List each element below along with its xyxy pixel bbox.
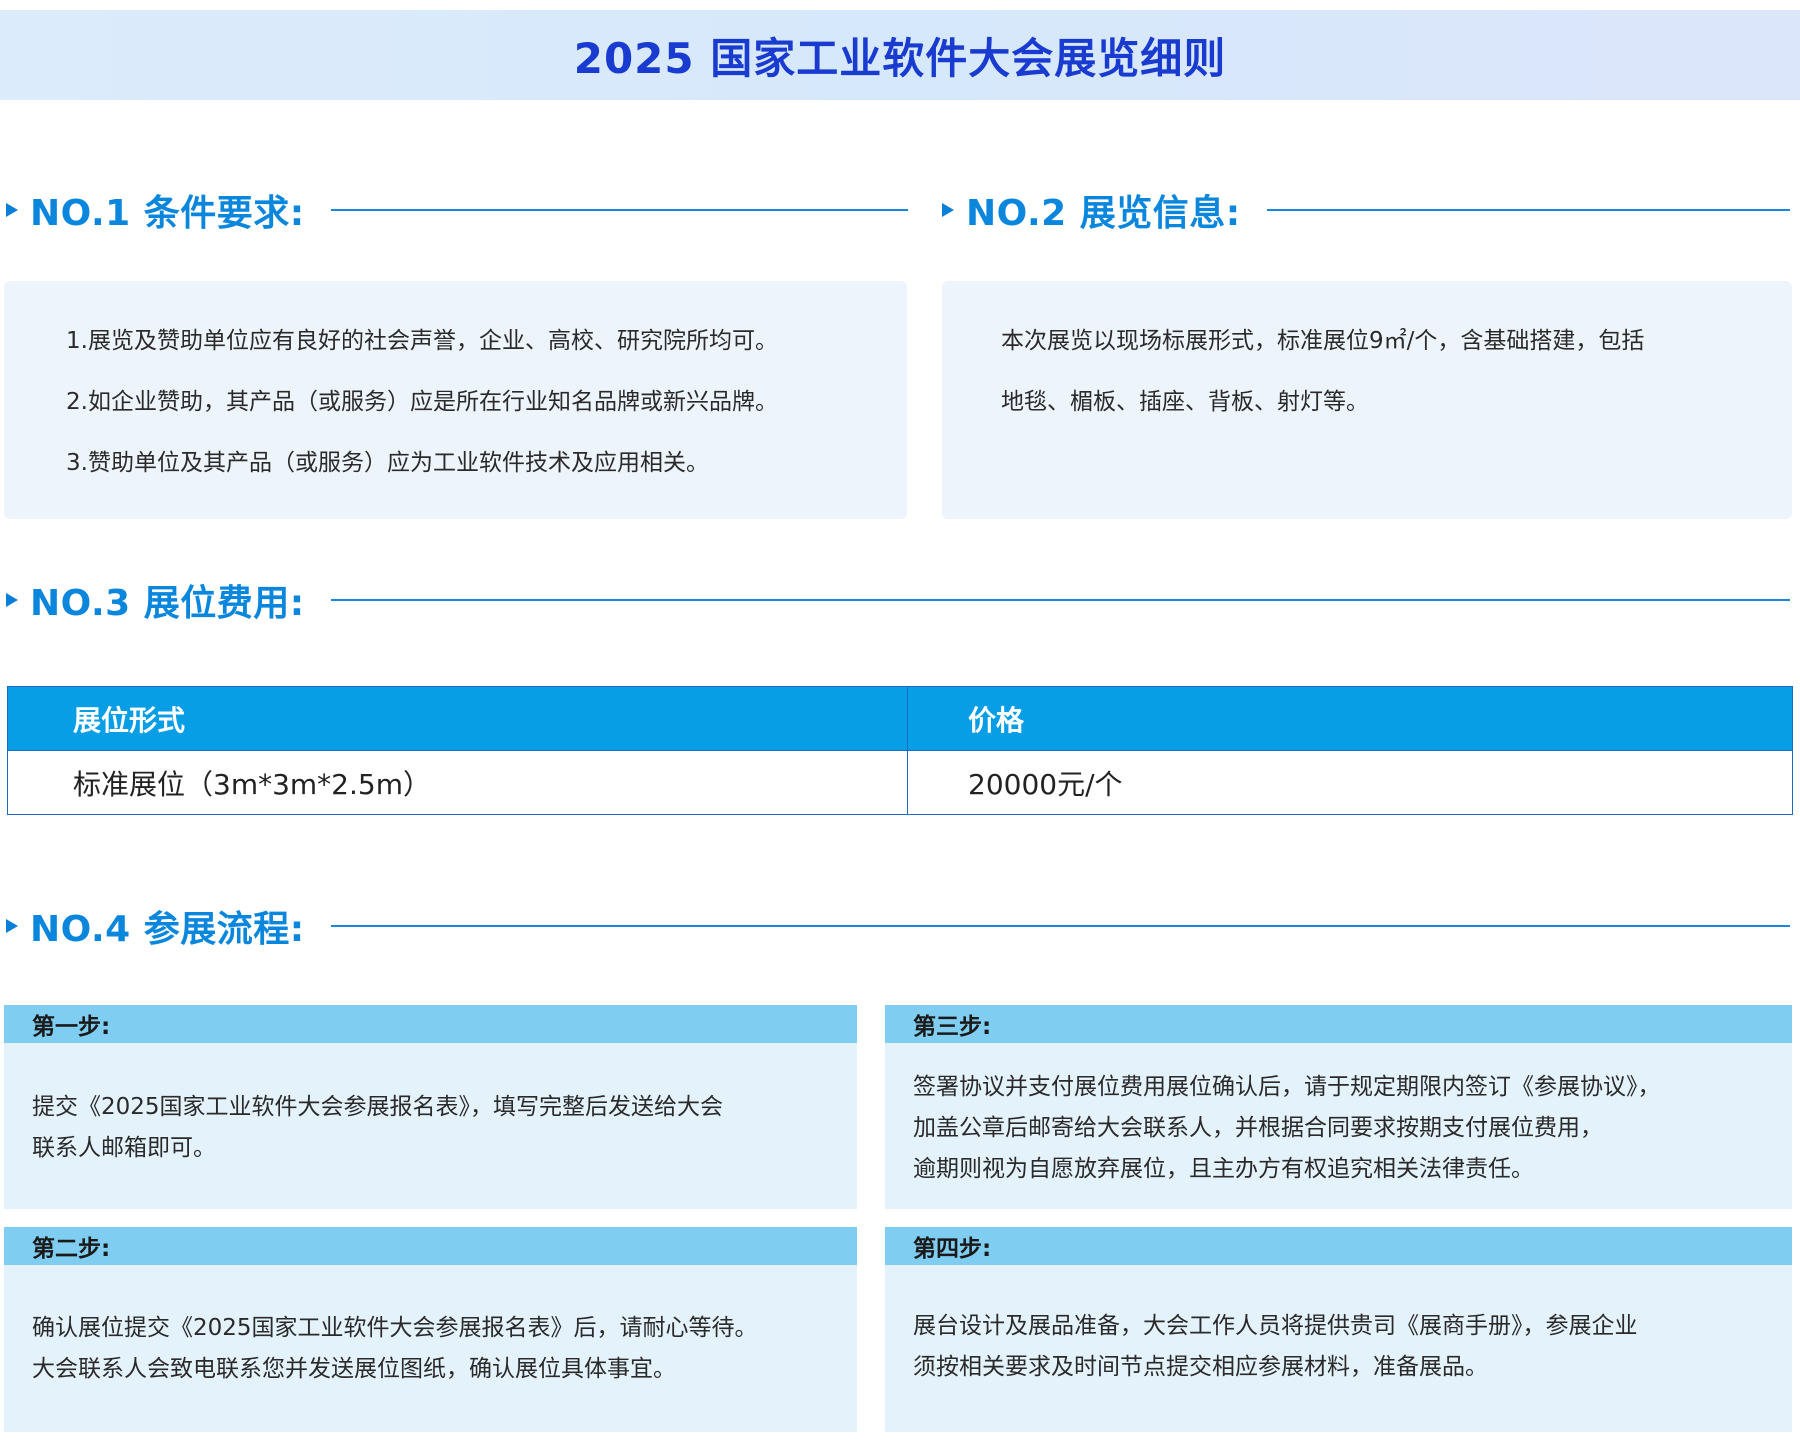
title-banner: 2025 国家工业软件大会展览细则 bbox=[0, 10, 1800, 100]
table-cell-price: 20000元/个 bbox=[907, 750, 1793, 815]
step-text-line: 须按相关要求及时间节点提交相应参展材料，准备展品。 bbox=[913, 1354, 1488, 1380]
table-cell-booth-type: 标准展位（3m*3m*2.5m） bbox=[7, 750, 908, 815]
section-title: NO.2 展览信息: bbox=[966, 193, 1241, 234]
table-row: 标准展位（3m*3m*2.5m） 20000元/个 bbox=[7, 750, 1793, 815]
triangle-bullet-icon bbox=[6, 593, 18, 607]
requirement-item: 1.展览及赞助单位应有良好的社会声誉，企业、高校、研究院所均可。 bbox=[66, 328, 778, 354]
step-card-1: 第一步: 提交《2025国家工业软件大会参展报名表》，填写完整后发送给大会 联系… bbox=[4, 1005, 857, 1209]
step-description: 展台设计及展品准备，大会工作人员将提供贵司《展商手册》，参展企业 须按相关要求及… bbox=[913, 1306, 1772, 1388]
booth-fee-table: 展位形式 价格 标准展位（3m*3m*2.5m） 20000元/个 bbox=[7, 686, 1793, 815]
section-divider bbox=[1266, 209, 1790, 211]
requirement-item: 2.如企业赞助，其产品（或服务）应是所在行业知名品牌或新兴品牌。 bbox=[66, 389, 778, 415]
step-card-4: 第四步: 展台设计及展品准备，大会工作人员将提供贵司《展商手册》，参展企业 须按… bbox=[885, 1227, 1792, 1432]
requirements-card: 1.展览及赞助单位应有良好的社会声誉，企业、高校、研究院所均可。 2.如企业赞助… bbox=[4, 281, 907, 519]
step-description: 签署协议并支付展位费用展位确认后，请于规定期限内签订《参展协议》， 加盖公章后邮… bbox=[913, 1067, 1772, 1190]
triangle-bullet-icon bbox=[6, 203, 18, 217]
section-divider bbox=[330, 599, 1790, 601]
section-header-process: NO.4 参展流程: bbox=[6, 896, 1790, 956]
triangle-bullet-icon bbox=[6, 919, 18, 933]
step-label: 第二步: bbox=[4, 1227, 857, 1265]
step-text-line: 签署协议并支付展位费用展位确认后，请于规定期限内签订《参展协议》， bbox=[913, 1074, 1661, 1100]
section-header-requirements: NO.1 条件要求: bbox=[6, 180, 908, 240]
step-label: 第三步: bbox=[885, 1005, 1792, 1043]
step-text-line: 逾期则视为自愿放弃展位，且主办方有权追究相关法律责任。 bbox=[913, 1156, 1534, 1182]
step-text-line: 联系人邮箱即可。 bbox=[32, 1135, 216, 1161]
exhibition-info-card: 本次展览以现场标展形式，标准展位9㎡/个，含基础搭建，包括 地毯、楣板、插座、背… bbox=[942, 281, 1792, 519]
section-header-exhibition-info: NO.2 展览信息: bbox=[942, 180, 1790, 240]
section-title: NO.4 参展流程: bbox=[30, 909, 305, 950]
section-title: NO.3 展位费用: bbox=[30, 583, 305, 624]
table-header-row: 展位形式 价格 bbox=[7, 686, 1793, 751]
step-text-line: 展台设计及展品准备，大会工作人员将提供贵司《展商手册》，参展企业 bbox=[913, 1313, 1638, 1339]
step-text-line: 大会联系人会致电联系您并发送展位图纸，确认展位具体事宜。 bbox=[32, 1356, 676, 1382]
triangle-bullet-icon bbox=[942, 203, 954, 217]
exhibition-info-line: 本次展览以现场标展形式，标准展位9㎡/个，含基础搭建，包括 bbox=[1001, 328, 1645, 354]
exhibition-info-line: 地毯、楣板、插座、背板、射灯等。 bbox=[1001, 389, 1369, 415]
section-divider bbox=[330, 925, 1790, 927]
requirement-item: 3.赞助单位及其产品（或服务）应为工业软件技术及应用相关。 bbox=[66, 450, 709, 476]
section-title: NO.1 条件要求: bbox=[30, 193, 305, 234]
step-text-line: 提交《2025国家工业软件大会参展报名表》，填写完整后发送给大会 bbox=[32, 1094, 724, 1120]
page-title: 2025 国家工业软件大会展览细则 bbox=[573, 33, 1227, 83]
step-description: 提交《2025国家工业软件大会参展报名表》，填写完整后发送给大会 联系人邮箱即可… bbox=[32, 1087, 837, 1169]
section-divider bbox=[330, 209, 908, 211]
step-text-line: 加盖公章后邮寄给大会联系人，并根据合同要求按期支付展位费用， bbox=[913, 1115, 1603, 1141]
step-label: 第一步: bbox=[4, 1005, 857, 1043]
step-card-3: 第三步: 签署协议并支付展位费用展位确认后，请于规定期限内签订《参展协议》， 加… bbox=[885, 1005, 1792, 1209]
column-header-price: 价格 bbox=[907, 686, 1793, 751]
step-text-line: 确认展位提交《2025国家工业软件大会参展报名表》后，请耐心等待。 bbox=[32, 1315, 758, 1341]
step-label: 第四步: bbox=[885, 1227, 1792, 1265]
step-description: 确认展位提交《2025国家工业软件大会参展报名表》后，请耐心等待。 大会联系人会… bbox=[32, 1308, 837, 1390]
section-header-booth-fee: NO.3 展位费用: bbox=[6, 570, 1790, 630]
step-card-2: 第二步: 确认展位提交《2025国家工业软件大会参展报名表》后，请耐心等待。 大… bbox=[4, 1227, 857, 1432]
column-header-booth-type: 展位形式 bbox=[7, 686, 908, 751]
